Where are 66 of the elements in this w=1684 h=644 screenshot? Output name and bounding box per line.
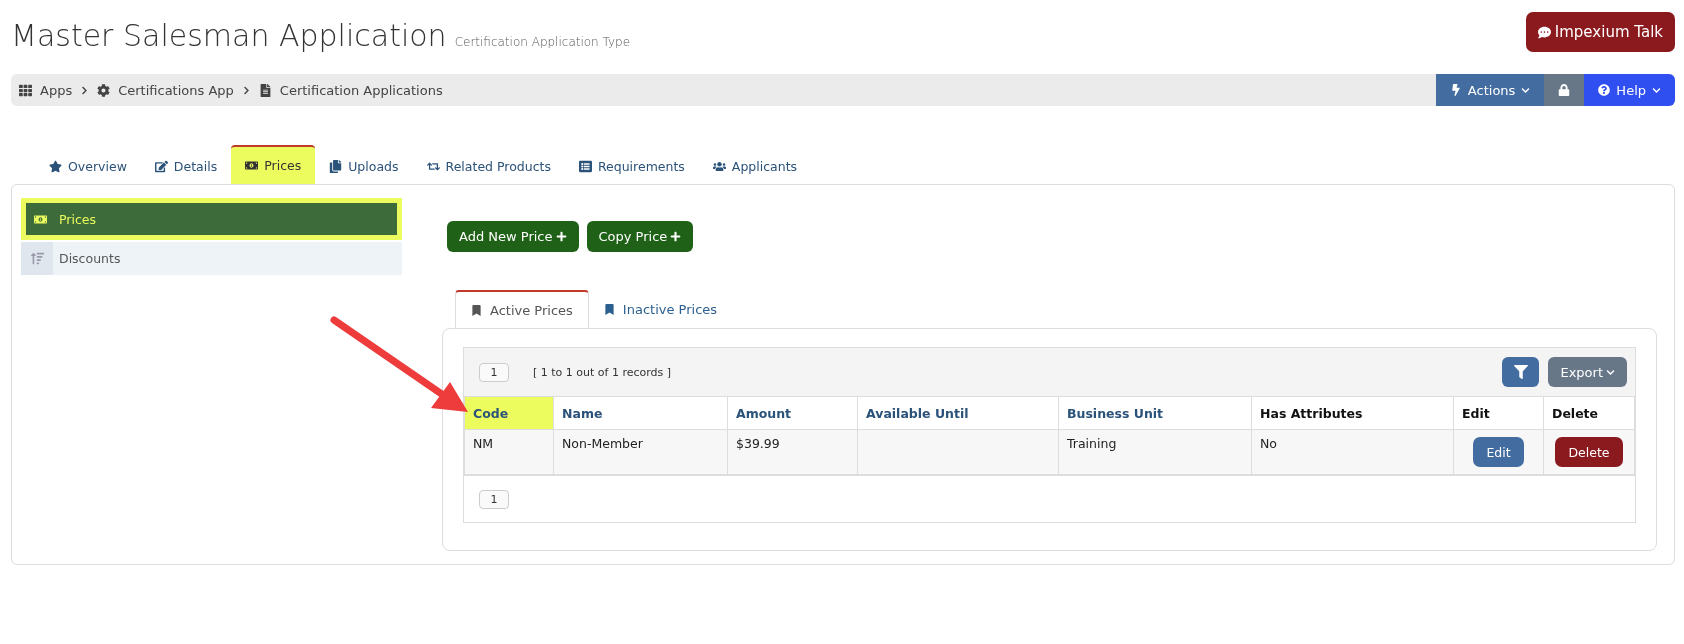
star-icon [49,159,62,173]
page-button[interactable]: 1 [479,489,509,509]
column-header: Delete [1543,396,1635,430]
list-icon [578,159,592,173]
actions-button[interactable]: Actions [1435,74,1545,106]
lock-button[interactable] [1544,74,1585,106]
tab[interactable]: Applicants [698,148,812,184]
breadcrumb-link[interactable]: Certification Applications [279,82,443,98]
chevron-down-icon [1652,85,1661,95]
delete-button[interactable]: Delete [1555,437,1623,467]
edit-button[interactable]: Edit [1473,437,1524,467]
tab[interactable]: Prices [231,145,316,184]
bookmark-icon [603,303,615,315]
page-title: Master Salesman Application [11,18,447,53]
help-button[interactable]: Help [1584,74,1675,106]
page-subtitle: Certification Application Type [454,35,631,49]
lock-icon [1558,84,1571,96]
breadcrumb-link[interactable]: Certifications App [118,82,234,98]
breadcrumb-link[interactable]: Apps [40,82,73,98]
table-cell: Non-Member [553,429,728,475]
users-icon [712,159,726,173]
documents-icon [329,159,343,173]
sort-icon [30,252,44,265]
action-button[interactable]: Add New Price [447,221,579,252]
column-header[interactable]: Available Until [857,396,1059,430]
question-icon [1598,84,1611,96]
gear-icon [97,83,111,97]
plus-icon [670,231,682,242]
column-header: Has Attributes [1251,396,1454,430]
talk-button[interactable]: Impexium Talk [1525,12,1675,52]
action-button[interactable]: Copy Price [586,221,694,252]
edit-icon [154,159,168,173]
chevron-right-icon [80,85,90,95]
filter-icon [1513,365,1528,379]
filter-button[interactable] [1502,357,1540,387]
column-header[interactable]: Amount [727,396,858,430]
table-cell: No [1251,429,1454,475]
tab[interactable]: Active Prices [455,290,589,328]
grid-icon [19,83,32,97]
bookmark-icon [471,304,482,316]
page-button[interactable]: 1 [479,362,509,382]
column-header[interactable]: Business Unit [1058,396,1252,430]
sidebar-item[interactable]: Prices [21,198,402,240]
tab[interactable]: Uploads [315,148,413,184]
chevron-down-icon [1606,367,1615,377]
records-count: [ 1 to 1 out of 1 records ] [533,365,672,379]
tab[interactable]: Related Products [412,148,565,184]
table-cell: Training [1058,429,1252,475]
column-header: Edit [1453,396,1544,430]
chat-bubble-icon [1537,25,1551,39]
plus-icon [555,231,567,242]
tab[interactable]: Inactive Prices [588,290,733,328]
column-header[interactable]: Name [553,396,728,430]
banknote-icon [245,159,259,172]
document-icon [258,83,272,97]
tab[interactable]: Details [140,148,232,184]
export-button[interactable]: Export [1548,357,1627,387]
tab[interactable]: Requirements [564,148,699,184]
chevron-down-icon [1521,85,1531,95]
chevron-right-icon [241,85,251,95]
tab[interactable]: Overview [35,148,141,184]
sidebar-item[interactable]: Discounts [21,242,402,275]
bolt-icon [1449,84,1462,96]
table-cell: $39.99 [727,429,858,475]
table-cell: NM [464,429,554,475]
column-header[interactable]: Code [464,396,554,430]
